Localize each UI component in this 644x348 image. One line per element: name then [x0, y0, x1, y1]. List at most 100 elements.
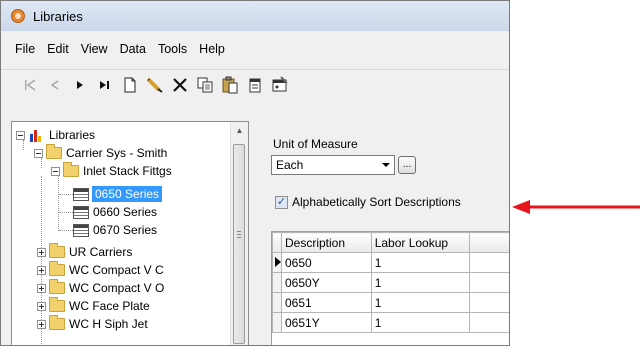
menu-bar: File Edit View Data Tools Help: [1, 38, 509, 60]
table-row[interactable]: 0650Y 1: [272, 272, 509, 293]
window-title: Libraries: [33, 8, 83, 24]
tree-folder-label: WC Face Plate: [69, 299, 150, 313]
tree-item-label: 0660 Series: [93, 205, 158, 219]
grid-header-row: Description Labor Lookup: [272, 232, 509, 253]
tree-node-libraries[interactable]: Libraries: [16, 126, 95, 144]
tree-root-label: Libraries: [49, 128, 96, 142]
tree-item-0660-series[interactable]: 0660 Series: [73, 203, 157, 221]
library-tree[interactable]: Libraries Carrier Sys - Smith Inlet Stac…: [11, 121, 249, 345]
libraries-window: Libraries File Edit View Data Tools Help: [0, 0, 510, 346]
unit-of-measure-browse-button[interactable]: ...: [398, 156, 416, 174]
menu-data[interactable]: Data: [114, 42, 152, 56]
tree-item-0650-series[interactable]: 0650 Series: [73, 185, 163, 203]
table-icon: [73, 223, 89, 237]
title-bar: Libraries: [1, 1, 509, 31]
cell-description[interactable]: 0650: [281, 252, 372, 273]
tree-item-0670-series[interactable]: 0670 Series: [73, 221, 157, 239]
tree-folder-label: WC Compact V O: [69, 281, 165, 295]
notes-icon[interactable]: [244, 74, 266, 96]
expand-icon[interactable]: [37, 265, 46, 275]
tree-scrollbar[interactable]: ▲: [230, 122, 248, 345]
menu-help[interactable]: Help: [193, 42, 231, 56]
alphabetical-sort-option[interactable]: ✓ Alphabetically Sort Descriptions: [275, 195, 461, 209]
table-row[interactable]: 0651 1: [272, 292, 509, 313]
row-header[interactable]: [272, 312, 282, 333]
last-record-icon[interactable]: [94, 74, 116, 96]
new-record-icon[interactable]: [119, 74, 141, 96]
folder-icon: [49, 279, 65, 294]
column-header-description[interactable]: Description: [281, 232, 372, 253]
delete-icon[interactable]: [169, 74, 191, 96]
library-detail-panel: Unit of Measure Each ... ✓ Alphabeticall…: [257, 121, 509, 345]
row-header[interactable]: [272, 272, 282, 293]
scrollbar-thumb[interactable]: [233, 144, 245, 344]
tree-group-label: Carrier Sys - Smith: [66, 146, 168, 160]
menu-view[interactable]: View: [75, 42, 114, 56]
scroll-up-icon[interactable]: ▲: [231, 122, 248, 139]
table-icon: [73, 187, 89, 201]
row-header[interactable]: [272, 252, 282, 273]
folder-icon: [49, 261, 65, 276]
cell-description[interactable]: 0651Y: [281, 312, 372, 333]
table-row[interactable]: 0651Y 1: [272, 312, 509, 333]
tree-folder-label: UR Carriers: [69, 245, 133, 259]
tree-item-label: 0670 Series: [93, 223, 158, 237]
column-header-filler: [469, 232, 509, 253]
tree-node-carrier-sys[interactable]: Carrier Sys - Smith: [34, 144, 167, 162]
cell-description[interactable]: 0650Y: [281, 272, 372, 293]
properties-icon[interactable]: [269, 74, 291, 96]
annotation-arrow-icon: [512, 200, 640, 214]
expand-icon[interactable]: [37, 319, 46, 329]
menu-edit[interactable]: Edit: [41, 42, 75, 56]
expand-icon[interactable]: [37, 283, 46, 293]
copy-icon[interactable]: [194, 74, 216, 96]
menu-file[interactable]: File: [1, 42, 41, 56]
collapse-icon[interactable]: [34, 148, 43, 158]
expand-icon[interactable]: [37, 301, 46, 311]
folder-icon: [63, 162, 79, 177]
column-header-labor-lookup[interactable]: Labor Lookup: [370, 232, 471, 253]
folder-icon: [46, 144, 62, 159]
tree-folder-wc-face-plate[interactable]: WC Face Plate: [37, 297, 150, 315]
row-header-corner: [272, 232, 282, 253]
unit-of-measure-label: Unit of Measure: [273, 137, 358, 151]
tree-folder-wc-compact-v-o[interactable]: WC Compact V O: [37, 279, 164, 297]
cell-filler: [469, 312, 509, 333]
cell-filler: [469, 252, 509, 273]
unit-of-measure-value: Each: [276, 158, 304, 172]
paste-icon[interactable]: [219, 74, 241, 96]
tree-folder-label: WC Compact V C: [69, 263, 164, 277]
cell-labor-lookup[interactable]: 1: [370, 272, 471, 293]
cell-labor-lookup[interactable]: 1: [370, 252, 471, 273]
alphabetical-sort-checkbox[interactable]: ✓: [275, 195, 288, 209]
cell-filler: [469, 272, 509, 293]
table-icon: [73, 205, 89, 219]
folder-icon: [49, 297, 65, 312]
cell-description[interactable]: 0651: [281, 292, 372, 313]
tree-folder-wc-compact-v-c[interactable]: WC Compact V C: [37, 261, 164, 279]
cell-labor-lookup[interactable]: 1: [370, 292, 471, 313]
app-logo-icon: [11, 9, 25, 23]
chevron-down-icon[interactable]: [378, 156, 394, 174]
collapse-icon[interactable]: [16, 130, 25, 140]
first-record-icon[interactable]: [19, 74, 41, 96]
next-record-icon[interactable]: [69, 74, 91, 96]
unit-of-measure-select[interactable]: Each: [271, 155, 395, 175]
grip-icon: [237, 231, 241, 238]
alphabetical-sort-label: Alphabetically Sort Descriptions: [292, 195, 461, 209]
tree-node-inlet-stack[interactable]: Inlet Stack Fittgs: [51, 162, 172, 180]
folder-icon: [49, 315, 65, 330]
tree-folder-ur-carriers[interactable]: UR Carriers: [37, 243, 132, 261]
toolbar: [1, 69, 509, 99]
collapse-icon[interactable]: [51, 166, 60, 176]
expand-icon[interactable]: [37, 247, 46, 257]
previous-record-icon[interactable]: [44, 74, 66, 96]
cell-labor-lookup[interactable]: 1: [370, 312, 471, 333]
menu-tools[interactable]: Tools: [152, 42, 193, 56]
edit-pencil-icon[interactable]: [144, 74, 166, 96]
tree-item-label: 0650 Series: [92, 186, 163, 202]
descriptions-grid[interactable]: Description Labor Lookup 0650 1 0650Y 1: [271, 231, 509, 345]
tree-folder-wc-h-siph-jet[interactable]: WC H Siph Jet: [37, 315, 148, 333]
table-row[interactable]: 0650 1: [272, 252, 509, 273]
row-header[interactable]: [272, 292, 282, 313]
